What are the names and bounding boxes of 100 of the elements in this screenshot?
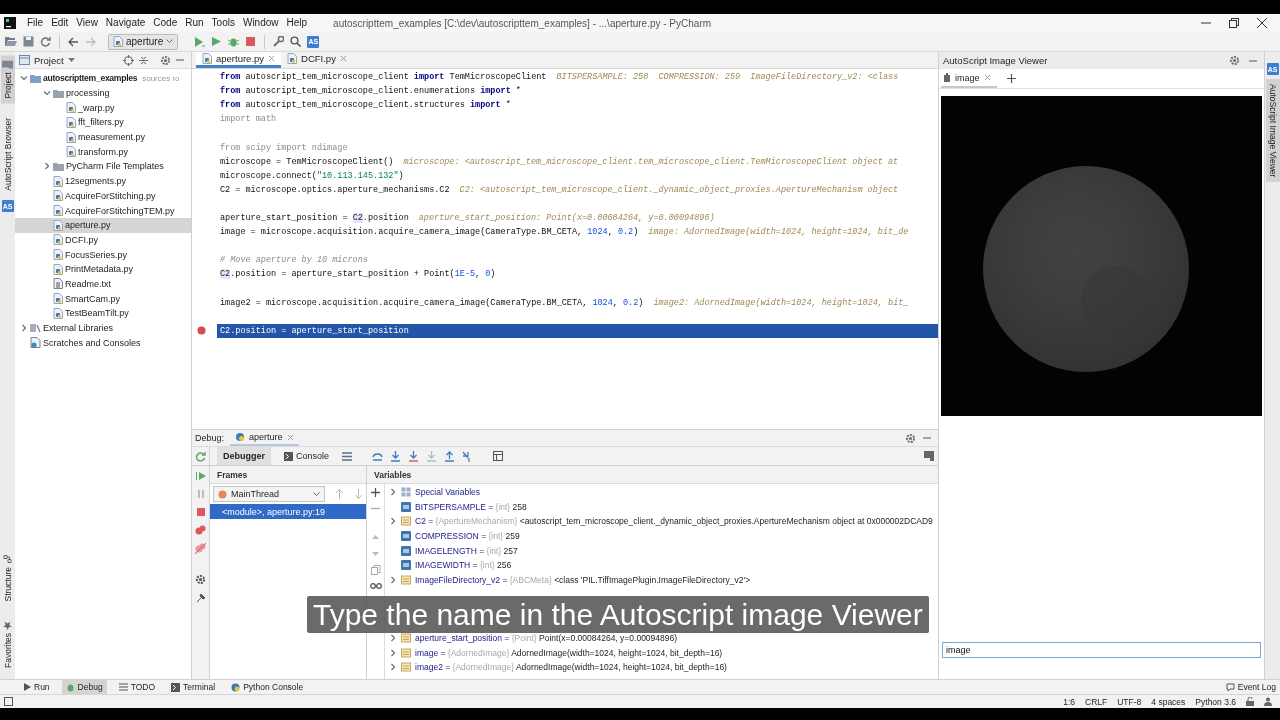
move-up-icon[interactable] [371, 533, 380, 542]
locate-icon[interactable] [123, 54, 134, 66]
evaluate-table-icon[interactable] [493, 451, 504, 461]
view-breakpoints-icon[interactable] [195, 525, 206, 535]
chevron-down-icon[interactable] [42, 89, 51, 98]
chevron-right-icon[interactable] [19, 324, 28, 333]
status-item[interactable]: Python 3.6 [1195, 696, 1236, 707]
glasses-icon[interactable] [369, 582, 382, 590]
stop-icon[interactable] [195, 507, 206, 517]
tree-item[interactable]: processing [66, 88, 110, 99]
menu-item[interactable]: Window [238, 15, 283, 31]
mute-breakpoints-icon[interactable] [195, 543, 206, 554]
variable-entry[interactable]: IMAGELENGTH = {int} 257 [415, 545, 518, 556]
tree-item[interactable]: SmartCam.py [65, 293, 120, 304]
status-item[interactable]: UTF-8 [1117, 696, 1142, 707]
menu-item[interactable]: Tools [207, 15, 239, 31]
resume-icon[interactable] [195, 471, 206, 481]
debugger-view-tab[interactable]: Console [278, 447, 336, 465]
menu-item[interactable]: Run [181, 15, 208, 31]
settings-icon[interactable] [195, 574, 206, 585]
settings-icon[interactable] [1229, 55, 1240, 66]
name-field[interactable]: image [942, 642, 1261, 658]
chevron-right-icon[interactable] [388, 517, 397, 526]
tool-window-tab[interactable]: Structure [0, 549, 15, 607]
copy-icon[interactable] [370, 565, 381, 575]
debugger-view-tab[interactable]: Debugger [217, 447, 271, 465]
event-log-button[interactable]: Event Log [1221, 680, 1280, 694]
sync-icon[interactable] [40, 36, 51, 47]
chevron-down-icon[interactable] [19, 74, 28, 83]
tree-item[interactable]: FocusSeries.py [65, 249, 128, 260]
chevron-right-icon[interactable] [388, 663, 397, 672]
variable-entry[interactable]: image2 = {AdornedImage} AdornedImage(width=1024, height=1024, bit_depth=16) [415, 662, 727, 673]
run-icon[interactable] [211, 36, 223, 47]
tree-item[interactable]: AcquireForStitching.py [65, 190, 156, 201]
editor-tab[interactable]: aperture.py [196, 52, 282, 68]
back-arrow-icon[interactable] [68, 36, 79, 47]
chevron-right-icon[interactable] [388, 634, 397, 643]
add-icon[interactable] [371, 488, 380, 497]
variable-entry[interactable]: BITSPERSAMPLE = {int} 258 [415, 501, 527, 512]
variable-entry[interactable]: COMPRESSION = {int} 259 [415, 531, 520, 542]
save-icon[interactable] [23, 36, 34, 47]
tree-item[interactable]: autoscripttem_examples [43, 73, 138, 84]
tool-window-button[interactable]: Run [20, 680, 54, 694]
menu-item[interactable]: Help [282, 15, 312, 31]
tree-item[interactable]: Readme.txt [65, 278, 112, 289]
menu-item[interactable]: Edit [47, 15, 73, 31]
close-tab-icon[interactable] [339, 55, 347, 62]
search-icon[interactable] [290, 36, 302, 47]
tree-item[interactable]: PrintMetadata.py [65, 264, 134, 275]
tool-window-tab[interactable]: Project [0, 55, 15, 104]
menu-item[interactable]: File [23, 15, 48, 31]
settings-icon[interactable] [160, 54, 171, 66]
close-tab-icon[interactable] [983, 74, 991, 81]
tool-window-button[interactable]: TODO [114, 680, 160, 694]
maximize-icon[interactable] [1229, 18, 1239, 28]
run-configuration-dropdown[interactable]: aperture [108, 33, 179, 50]
breakpoint-icon[interactable] [197, 326, 206, 336]
variable-entry[interactable]: image = {AdornedImage} AdornedImage(width=1024, height=1024, bit_depth=16) [415, 647, 723, 658]
stop-icon[interactable] [245, 36, 257, 47]
chevron-right-icon[interactable] [42, 162, 51, 171]
person-icon[interactable] [1264, 697, 1272, 706]
variable-entry[interactable]: ImageFileDirectory_v2 = {ABCMeta} <class 'PIL.TiffImagePlugin.ImageFileDirectory_v2'> [415, 574, 751, 585]
tree-item[interactable]: AcquireForStitchingTEM.py [65, 205, 175, 216]
rerun-icon[interactable] [195, 450, 206, 462]
tool-window-tab[interactable]: AutoScript Browser [0, 113, 15, 197]
step-out-icon[interactable] [444, 450, 456, 462]
tree-item[interactable]: 12segments.py [65, 176, 127, 187]
collapse-all-icon[interactable] [138, 54, 149, 66]
debug-icon[interactable] [228, 36, 240, 47]
down-arrow-icon[interactable] [354, 489, 363, 499]
variable-entry[interactable]: aperture_start_position = {Point} Point(x=0.00084264, y=0.00094896) [415, 633, 678, 644]
up-arrow-icon[interactable] [335, 489, 344, 499]
lock-icon[interactable] [1246, 697, 1254, 706]
settings-icon[interactable] [905, 432, 916, 444]
run-with-coverage-icon[interactable] [194, 36, 206, 47]
tree-item[interactable]: DCFI.py [65, 234, 98, 245]
tool-window-button[interactable]: Python Console [227, 680, 308, 694]
add-tab-icon[interactable] [1006, 74, 1016, 83]
tool-window-tab[interactable]: AutoScript Image Viewer [1265, 79, 1280, 183]
menu-item[interactable]: Navigate [101, 15, 150, 31]
variable-entry[interactable]: C2 = {ApertureMechanism} <autoscript_tem_microscope_client._dynamic_object_proxies.ApertureMechanism object at 0x000002DCAD9 [415, 516, 933, 527]
menu-item[interactable]: View [72, 15, 102, 31]
status-item[interactable]: 4 spaces [1151, 696, 1186, 707]
tool-window-tab[interactable]: Favorites [0, 616, 15, 673]
move-down-icon[interactable] [371, 549, 380, 558]
tool-window-button[interactable]: Terminal [167, 680, 220, 694]
layout-icon[interactable] [924, 451, 934, 461]
tree-item[interactable]: measurement.py [78, 132, 146, 143]
chevron-right-icon[interactable] [388, 488, 397, 497]
open-folder-icon[interactable] [5, 36, 17, 47]
image-tab[interactable]: image [941, 69, 997, 88]
close-icon[interactable] [1257, 18, 1267, 28]
tree-item[interactable]: Scratches and Consoles [43, 337, 141, 348]
editor-tab[interactable]: DCFI.py [281, 52, 353, 68]
close-tab-icon[interactable] [286, 433, 294, 441]
status-item[interactable]: 1:6 [1063, 696, 1076, 707]
tree-item[interactable]: TestBeamTilt.py [65, 308, 129, 319]
tool-window-button[interactable]: Debug [61, 680, 107, 694]
chevron-right-icon[interactable] [388, 648, 397, 657]
tree-item[interactable]: External Libraries [43, 323, 114, 334]
